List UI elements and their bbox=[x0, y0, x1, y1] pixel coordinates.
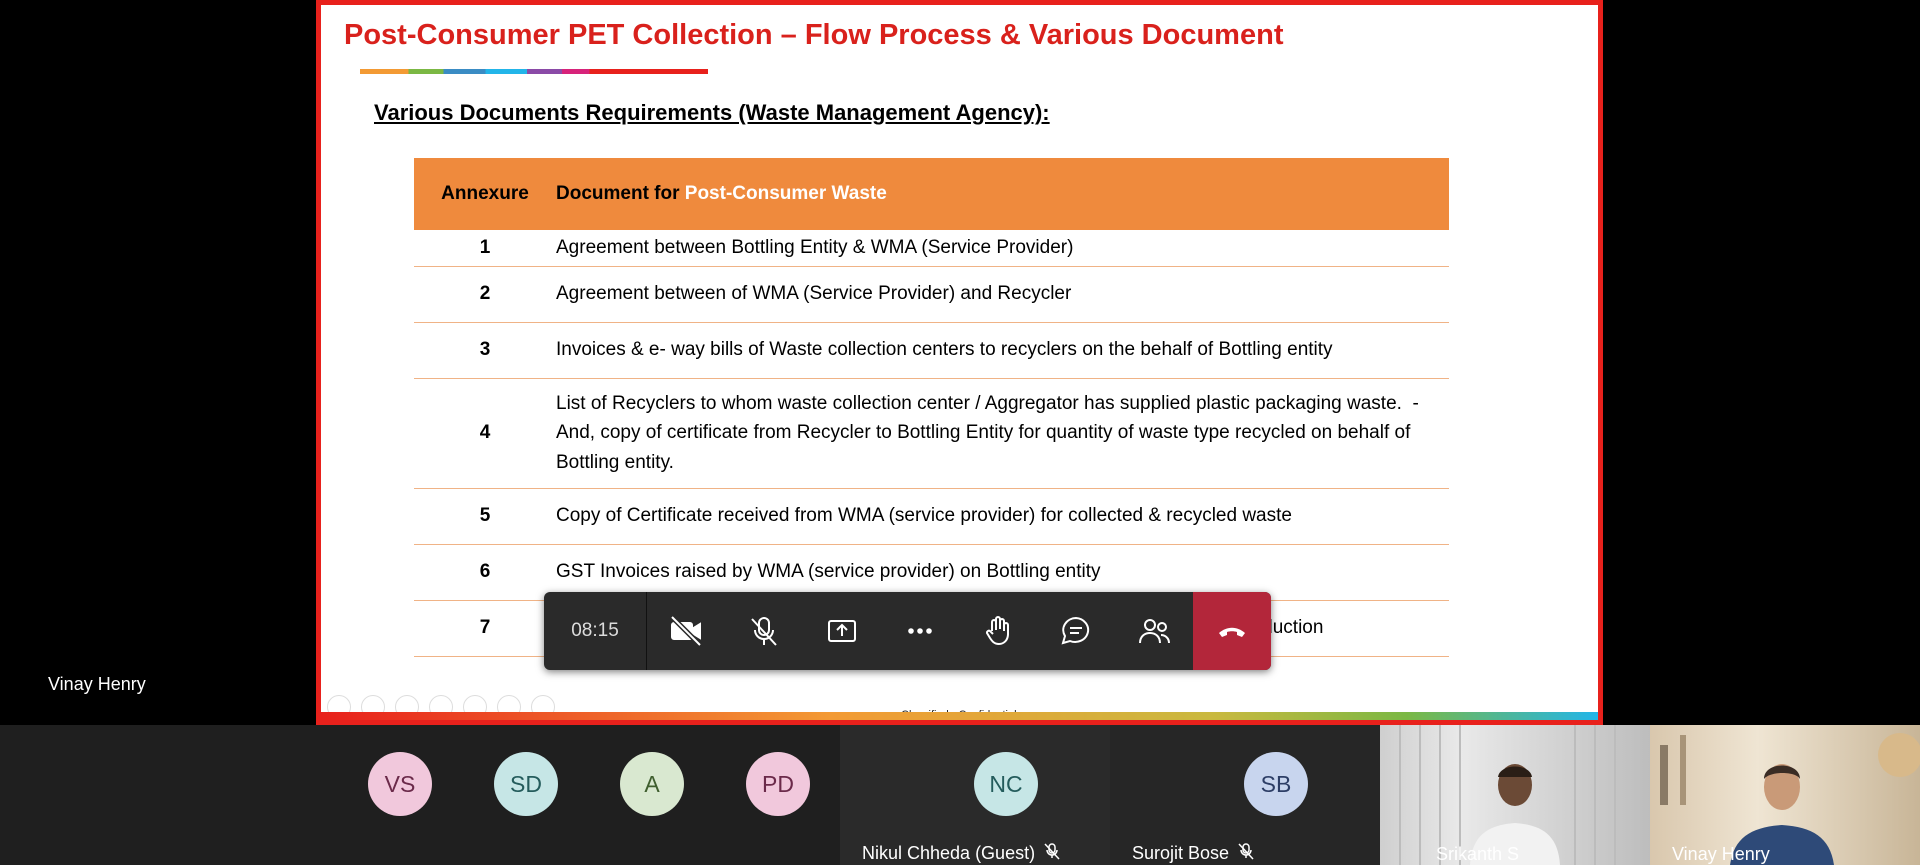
documents-table: Annexure Document for Post-Consumer Wast… bbox=[414, 158, 1449, 657]
row-text: Agreement between of WMA (Service Provid… bbox=[556, 266, 1449, 323]
video-tile[interactable]: Vinay Henry bbox=[1650, 725, 1920, 865]
row-number: 6 bbox=[414, 544, 556, 601]
header-document: Document for Post-Consumer Waste bbox=[556, 158, 1449, 230]
more-dots-icon bbox=[908, 628, 932, 634]
participant-name-text: Nikul Chheda (Guest) bbox=[862, 843, 1036, 863]
avatar: A bbox=[620, 752, 684, 816]
participant-tile[interactable]: PD bbox=[743, 725, 813, 865]
header-annexure: Annexure bbox=[414, 158, 556, 230]
row-text: Agreement between Bottling Entity & WMA … bbox=[556, 230, 1449, 267]
row-text: Invoices & e- way bills of Waste collect… bbox=[556, 322, 1449, 379]
table-row: 3 Invoices & e- way bills of Waste colle… bbox=[414, 322, 1449, 379]
raise-hand-button[interactable] bbox=[959, 592, 1037, 670]
shared-screen-stage: Vinay Henry Post-Consumer PET Collection… bbox=[0, 0, 1920, 725]
table-row: 1 Agreement between Bottling Entity & WM… bbox=[414, 230, 1449, 267]
slide-subtitle: Various Documents Requirements (Waste Ma… bbox=[374, 100, 1050, 125]
camera-off-icon bbox=[670, 615, 702, 647]
row-number: 5 bbox=[414, 488, 556, 545]
participant-tile[interactable]: NC Nikul Chheda (Guest) bbox=[840, 725, 1110, 865]
row-number: 1 bbox=[414, 230, 556, 267]
slide-title: Post-Consumer PET Collection – Flow Proc… bbox=[344, 19, 1284, 51]
chat-icon bbox=[1061, 616, 1090, 645]
presenter-name: Vinay Henry bbox=[48, 674, 146, 694]
row-number: 4 bbox=[414, 378, 556, 489]
mic-off-icon bbox=[751, 617, 777, 646]
share-button[interactable] bbox=[803, 592, 881, 670]
table-row: 2 Agreement between of WMA (Service Prov… bbox=[414, 266, 1449, 323]
header-document-highlight: Post-Consumer Waste bbox=[684, 183, 887, 204]
mic-off-icon bbox=[1237, 842, 1255, 865]
participant-name-text: Surojit Bose bbox=[1132, 843, 1230, 863]
hand-icon bbox=[986, 616, 1009, 646]
share-screen-icon bbox=[828, 620, 856, 642]
participant-tile[interactable]: A bbox=[617, 725, 687, 865]
table-row: 5 Copy of Certificate received from WMA … bbox=[414, 488, 1449, 545]
mic-button[interactable] bbox=[725, 592, 803, 670]
avatar: PD bbox=[746, 752, 810, 816]
avatar: SD bbox=[494, 752, 558, 816]
table-row: 4 List of Recyclers to whom waste collec… bbox=[414, 378, 1449, 489]
avatar: SB bbox=[1244, 752, 1308, 816]
participant-tile[interactable]: SD bbox=[491, 725, 561, 865]
people-icon bbox=[1139, 619, 1170, 644]
participant-tile[interactable]: VS bbox=[365, 725, 435, 865]
participant-name: Vinay Henry bbox=[1672, 844, 1770, 864]
hang-up-icon bbox=[1219, 627, 1245, 637]
slide-footer-bar bbox=[321, 712, 1598, 720]
more-button[interactable] bbox=[881, 592, 959, 670]
participant-tile[interactable]: SB Surojit Bose bbox=[1110, 725, 1380, 865]
avatar: VS bbox=[368, 752, 432, 816]
leave-call-button[interactable] bbox=[1193, 592, 1271, 670]
camera-button[interactable] bbox=[647, 592, 725, 670]
table-header-row: Annexure Document for Post-Consumer Wast… bbox=[414, 158, 1449, 230]
video-tile[interactable]: Srikanth S bbox=[1380, 725, 1650, 865]
row-number: 7 bbox=[414, 600, 556, 657]
participant-name: Surojit Bose bbox=[1132, 842, 1255, 865]
meeting-timer: 08:15 bbox=[544, 592, 647, 670]
row-text: List of Recyclers to whom waste collecti… bbox=[556, 378, 1449, 489]
avatar: NC bbox=[974, 752, 1038, 816]
participants-button[interactable] bbox=[1115, 592, 1193, 670]
row-number: 3 bbox=[414, 322, 556, 379]
chat-button[interactable] bbox=[1037, 592, 1115, 670]
participant-strip: VS SD A PD NC Nikul Chheda (Guest) SB Su… bbox=[0, 725, 1920, 865]
meeting-control-bar: 08:15 bbox=[544, 592, 1271, 670]
row-text: Copy of Certificate received from WMA (s… bbox=[556, 488, 1449, 545]
title-underline-bar bbox=[360, 69, 708, 74]
row-number: 2 bbox=[414, 266, 556, 323]
participant-name: Nikul Chheda (Guest) bbox=[862, 842, 1061, 865]
header-document-prefix: Document for bbox=[556, 183, 685, 204]
participant-name: Srikanth S bbox=[1436, 844, 1520, 864]
mic-off-icon bbox=[1043, 842, 1061, 865]
